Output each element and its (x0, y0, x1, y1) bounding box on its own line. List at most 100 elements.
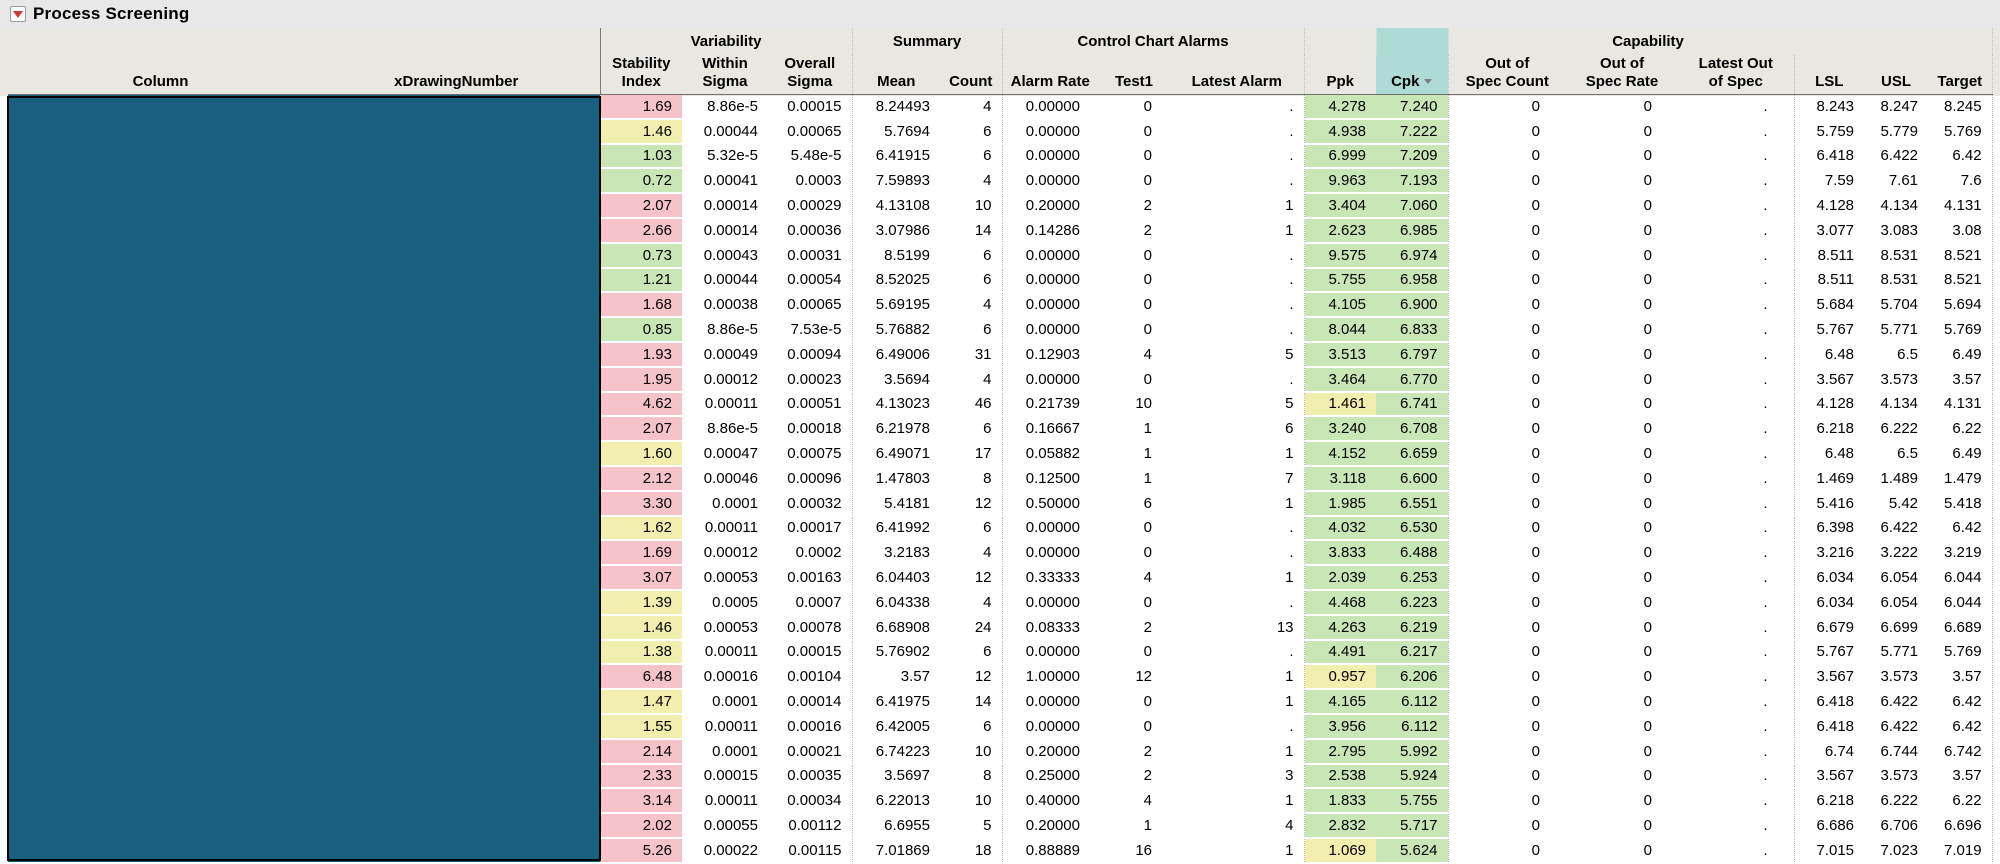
cell-column[interactable] (8, 217, 313, 244)
cell-ppk[interactable]: 3.404 (1304, 193, 1377, 219)
cell-lsl[interactable]: 6.418 (1794, 689, 1865, 715)
cell-usl[interactable]: 6.5 (1864, 441, 1929, 467)
cell-cpk[interactable]: 6.217 (1376, 639, 1449, 666)
cell-column[interactable] (8, 416, 313, 443)
cell-test1[interactable]: 0 (1098, 689, 1170, 715)
cell-latest-alarm[interactable]: . (1170, 143, 1305, 170)
cell-target[interactable]: 6.696 (1928, 813, 1993, 839)
cell-within-sigma[interactable]: 0.00016 (682, 664, 768, 691)
cell-latest-out-of-spec[interactable]: . (1678, 168, 1795, 195)
cell-cpk[interactable]: 6.770 (1376, 366, 1449, 393)
cell-column[interactable] (8, 143, 313, 170)
cell-out-of-spec-count[interactable]: 0 (1448, 391, 1567, 418)
cell-mean[interactable]: 8.52025 (852, 267, 940, 294)
cell-out-of-spec-count[interactable]: 0 (1448, 118, 1567, 145)
cell-overall-sigma[interactable]: 0.00015 (768, 639, 853, 666)
cell-alarm-rate[interactable]: 0.20000 (1002, 738, 1098, 765)
cell-ppk[interactable]: 2.039 (1304, 565, 1377, 591)
cell-drawing-number[interactable] (313, 118, 600, 145)
cell-latest-out-of-spec[interactable]: . (1678, 565, 1795, 591)
cell-within-sigma[interactable]: 0.00055 (682, 813, 768, 839)
cell-latest-out-of-spec[interactable]: . (1678, 614, 1795, 641)
cell-out-of-spec-rate[interactable]: 0 (1566, 540, 1679, 567)
cell-ppk[interactable]: 9.963 (1304, 168, 1377, 195)
header-test1[interactable]: Test1 (1098, 55, 1170, 95)
cell-ppk[interactable]: 3.240 (1304, 416, 1377, 443)
cell-test1[interactable]: 10 (1098, 391, 1170, 418)
cell-stability-index[interactable]: 1.93 (600, 341, 682, 368)
cell-latest-out-of-spec[interactable]: . (1678, 242, 1795, 269)
cell-overall-sigma[interactable]: 0.00075 (768, 441, 853, 467)
cell-mean[interactable]: 5.69195 (852, 292, 940, 319)
cell-column[interactable] (8, 565, 313, 591)
cell-overall-sigma[interactable]: 0.0007 (768, 589, 853, 616)
cell-within-sigma[interactable]: 0.00038 (682, 292, 768, 319)
cell-drawing-number[interactable] (313, 317, 600, 343)
cell-usl[interactable]: 8.247 (1864, 94, 1929, 120)
cell-overall-sigma[interactable]: 0.00065 (768, 118, 853, 145)
cell-out-of-spec-rate[interactable]: 0 (1566, 242, 1679, 269)
cell-out-of-spec-rate[interactable]: 0 (1566, 565, 1679, 591)
cell-ppk[interactable]: 4.938 (1304, 118, 1377, 145)
cell-out-of-spec-count[interactable]: 0 (1448, 614, 1567, 641)
cell-out-of-spec-count[interactable]: 0 (1448, 589, 1567, 616)
table-row[interactable]: 1.95 0.00012 0.00023 3.5694 4 0.00000 0. 3.464 6… (8, 366, 1993, 393)
cell-stability-index[interactable]: 2.66 (600, 217, 682, 244)
cell-alarm-rate[interactable]: 0.00000 (1002, 118, 1098, 145)
cell-overall-sigma[interactable]: 5.48e-5 (768, 143, 853, 170)
cell-overall-sigma[interactable]: 0.00051 (768, 391, 853, 418)
cell-mean[interactable]: 3.5697 (852, 763, 940, 790)
cell-drawing-number[interactable] (313, 565, 600, 591)
cell-target[interactable]: 7.6 (1928, 168, 1993, 195)
cell-latest-out-of-spec[interactable]: . (1678, 217, 1795, 244)
cell-latest-out-of-spec[interactable]: . (1678, 813, 1795, 839)
cell-mean[interactable]: 5.76902 (852, 639, 940, 666)
cell-alarm-rate[interactable]: 0.00000 (1002, 143, 1098, 170)
cell-out-of-spec-rate[interactable]: 0 (1566, 788, 1679, 815)
header-ppk[interactable]: Ppk (1304, 55, 1377, 95)
cell-test1[interactable]: 2 (1098, 738, 1170, 765)
cell-ppk[interactable]: 4.165 (1304, 689, 1377, 715)
cell-lsl[interactable]: 6.218 (1794, 416, 1865, 443)
cell-latest-out-of-spec[interactable]: . (1678, 639, 1795, 666)
cell-overall-sigma[interactable]: 0.00096 (768, 465, 853, 492)
cell-ppk[interactable]: 4.105 (1304, 292, 1377, 319)
cell-test1[interactable]: 4 (1098, 565, 1170, 591)
cell-latest-alarm[interactable]: . (1170, 515, 1305, 542)
cell-out-of-spec-count[interactable]: 0 (1448, 713, 1567, 740)
cell-count[interactable]: 5 (940, 813, 1003, 839)
cell-mean[interactable]: 6.49006 (852, 341, 940, 368)
cell-usl[interactable]: 3.222 (1864, 540, 1929, 567)
cell-target[interactable]: 8.521 (1928, 267, 1993, 294)
cell-target[interactable]: 6.42 (1928, 689, 1993, 715)
cell-count[interactable]: 6 (940, 118, 1003, 145)
cell-usl[interactable]: 6.054 (1864, 565, 1929, 591)
cell-latest-out-of-spec[interactable]: . (1678, 143, 1795, 170)
cell-drawing-number[interactable] (313, 416, 600, 443)
cell-alarm-rate[interactable]: 0.25000 (1002, 763, 1098, 790)
cell-target[interactable]: 6.22 (1928, 416, 1993, 443)
cell-drawing-number[interactable] (313, 143, 600, 170)
cell-mean[interactable]: 8.5199 (852, 242, 940, 269)
cell-overall-sigma[interactable]: 0.00017 (768, 515, 853, 542)
cell-drawing-number[interactable] (313, 515, 600, 542)
cell-within-sigma[interactable]: 0.00053 (682, 565, 768, 591)
cell-drawing-number[interactable] (313, 738, 600, 765)
cell-mean[interactable]: 6.6955 (852, 813, 940, 839)
cell-within-sigma[interactable]: 8.86e-5 (682, 416, 768, 443)
cell-alarm-rate[interactable]: 0.50000 (1002, 490, 1098, 517)
header-column[interactable]: Column (8, 55, 313, 95)
cell-out-of-spec-rate[interactable]: 0 (1566, 193, 1679, 219)
cell-cpk[interactable]: 6.530 (1376, 515, 1449, 542)
cell-latest-alarm[interactable]: 1 (1170, 193, 1305, 219)
cell-out-of-spec-count[interactable]: 0 (1448, 94, 1567, 120)
header-target[interactable]: Target (1928, 55, 1993, 95)
table-row[interactable]: 1.47 0.0001 0.00014 6.41975 14 0.00000 0 1 4.165… (8, 689, 1993, 715)
cell-column[interactable] (8, 763, 313, 790)
cell-latest-out-of-spec[interactable]: . (1678, 713, 1795, 740)
cell-out-of-spec-count[interactable]: 0 (1448, 441, 1567, 467)
cell-within-sigma[interactable]: 0.00044 (682, 267, 768, 294)
cell-latest-out-of-spec[interactable]: . (1678, 664, 1795, 691)
cell-within-sigma[interactable]: 0.00044 (682, 118, 768, 145)
cell-latest-out-of-spec[interactable]: . (1678, 267, 1795, 294)
